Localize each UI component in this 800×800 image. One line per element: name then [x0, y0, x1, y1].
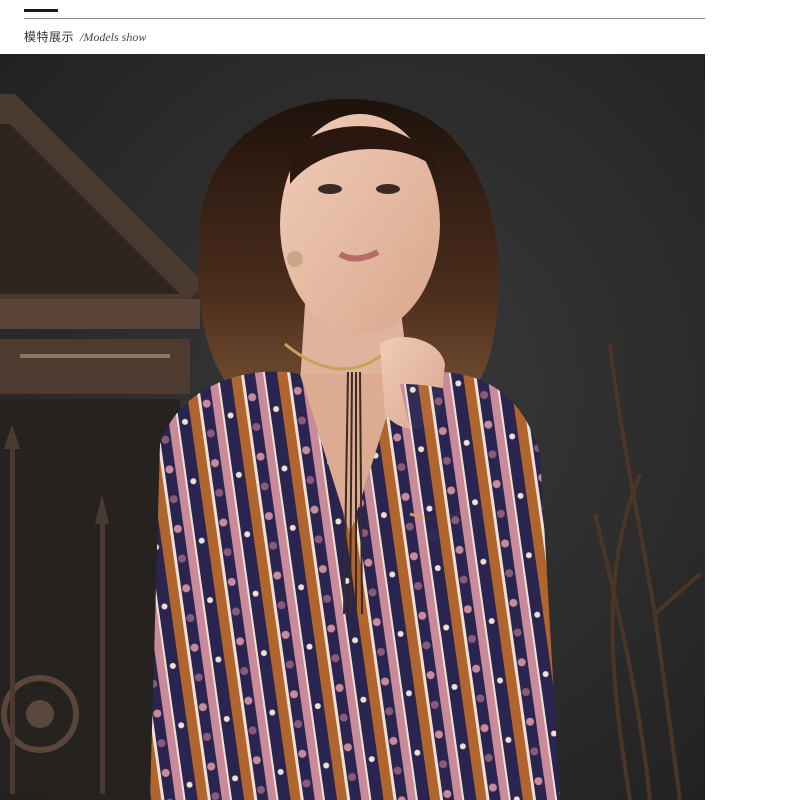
section-title-cn: 模特展示 — [24, 30, 75, 44]
section-title: 模特展示/Models show — [24, 26, 146, 45]
header-divider — [24, 18, 705, 19]
header-accent-bar — [24, 9, 58, 12]
model-photo-illustration — [0, 54, 705, 800]
section-title-en: /Models show — [80, 30, 147, 44]
section-header: 模特展示/Models show — [0, 0, 705, 54]
page: 模特展示/Models show — [0, 0, 800, 800]
model-photo — [0, 54, 705, 800]
earring — [287, 251, 303, 267]
